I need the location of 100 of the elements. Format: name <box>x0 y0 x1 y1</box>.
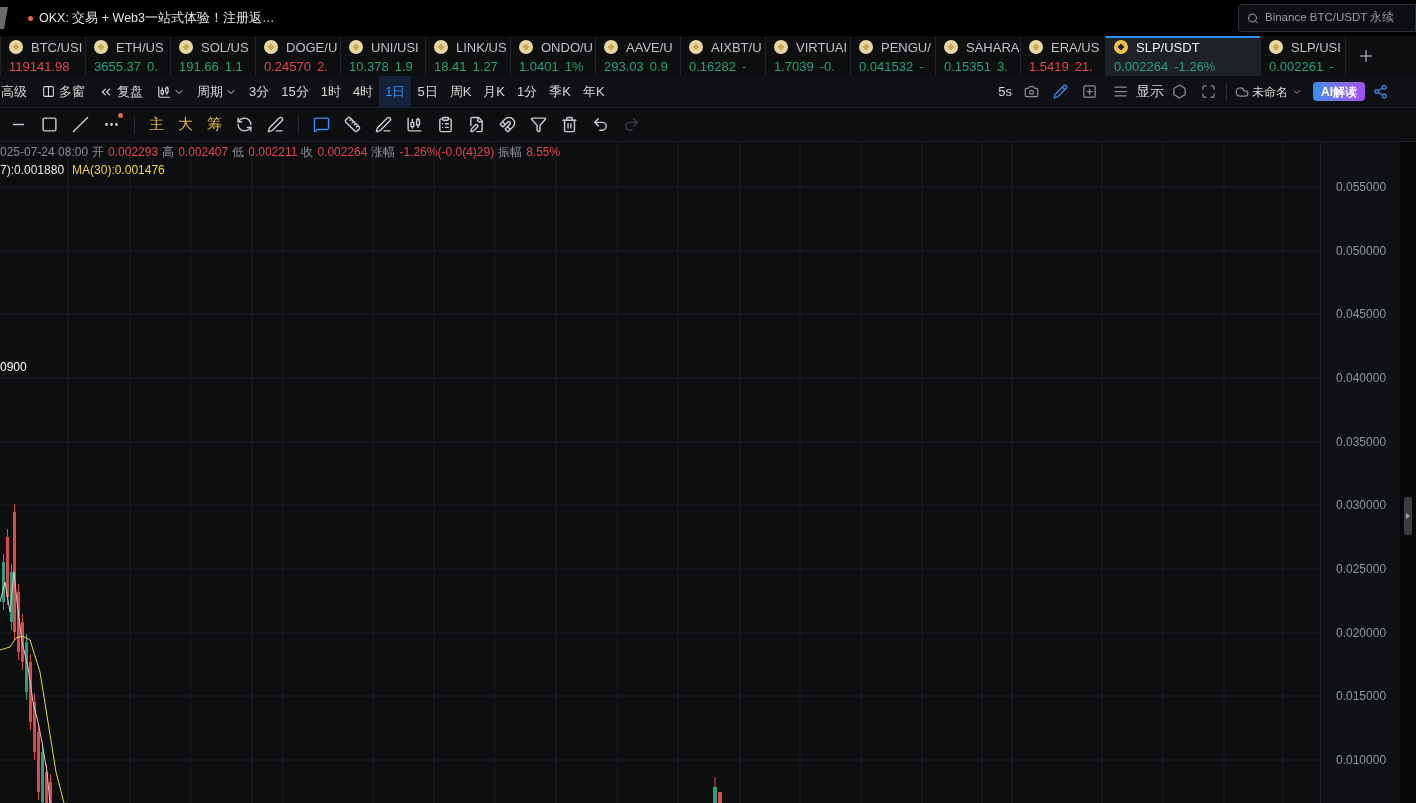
cloud-icon <box>1235 84 1249 99</box>
ticker-price: 0.24570 <box>264 58 311 76</box>
ticker-tab[interactable]: SLP/USDT 0.002264 -1.26% <box>1105 36 1260 76</box>
coin-icon <box>1029 40 1043 55</box>
ticker-change: 1% <box>564 58 584 76</box>
ticker-change: 1.27 <box>472 58 498 76</box>
ticker-change: - <box>1329 58 1334 76</box>
price-axis-label: 0.040000 <box>1336 369 1387 387</box>
coin-icon <box>434 40 448 55</box>
camera-icon[interactable] <box>1024 84 1039 99</box>
ruler-icon[interactable] <box>344 116 361 133</box>
coin-icon <box>519 40 533 55</box>
price-axis-label: 0.050000 <box>1336 242 1387 260</box>
pencil-icon[interactable] <box>1053 84 1068 99</box>
ticker-price: 293.03 <box>604 58 644 76</box>
fullscreen-icon[interactable] <box>1201 84 1216 99</box>
ohlc-value: 0.002293 <box>108 144 159 161</box>
magnet-icon[interactable] <box>499 116 516 133</box>
candles-icon[interactable] <box>406 116 423 133</box>
note-edit-icon[interactable] <box>468 116 485 133</box>
ticker-change: 2. <box>317 58 328 76</box>
ticker-symbol: DOGE/U <box>286 38 338 57</box>
ticker-price: 3655.37 <box>94 58 141 76</box>
period-tab[interactable]: 1分 <box>511 75 544 108</box>
settings-icon[interactable] <box>1172 84 1187 99</box>
coin-icon <box>774 40 788 55</box>
period-dropdown[interactable]: 周期 <box>197 81 237 102</box>
period-tab[interactable]: 1时 <box>314 75 347 108</box>
indicator-shortcut[interactable]: 大 <box>178 113 193 136</box>
ticker-symbol: ERA/US <box>1051 38 1100 57</box>
coin-icon <box>94 40 108 55</box>
multi-window-button[interactable]: 多窗 <box>42 81 85 102</box>
refresh-icon[interactable] <box>236 116 253 133</box>
period-tab[interactable]: 4时 <box>346 75 380 108</box>
indicator-shortcut[interactable]: 主 <box>149 113 164 136</box>
browser-tab[interactable]: OKX: 交易 + Web3一站式体验！注册返… <box>28 8 275 28</box>
coin-icon <box>604 40 618 55</box>
ticker-price: 0.15351 <box>944 58 991 76</box>
share-icon[interactable] <box>1373 84 1388 99</box>
ohlc-value: 0.002407 <box>178 144 229 161</box>
replay-label: 复盘 <box>117 82 143 101</box>
period-tab[interactable]: 季K <box>543 75 577 108</box>
ticker-price: 18.41 <box>434 58 467 76</box>
ticker-change: - <box>742 58 747 76</box>
logo-shape <box>0 7 8 29</box>
coin-icon <box>689 40 703 55</box>
period-tab[interactable]: 月K <box>477 75 511 108</box>
ticker-change: 0. <box>147 58 158 76</box>
coin-icon <box>1114 40 1128 55</box>
coin-icon <box>859 40 873 55</box>
replay-button[interactable]: 复盘 <box>99 81 143 102</box>
layout-dropdown[interactable]: 未命名 <box>1235 82 1303 101</box>
ticker-price: 1.0401 <box>519 58 559 76</box>
display-button[interactable]: 显示 <box>1136 81 1164 102</box>
trash-icon[interactable] <box>561 116 578 133</box>
price-axis-label: 0.055000 <box>1336 178 1387 196</box>
period-tab[interactable]: 1日 <box>379 75 412 108</box>
period-tab[interactable]: 3分 <box>243 75 276 108</box>
ticker-symbol: SLP/USI <box>1291 38 1341 57</box>
coin-icon <box>179 40 193 55</box>
rectangle-icon[interactable] <box>41 116 58 133</box>
comment-icon[interactable] <box>313 116 330 133</box>
filter-icon[interactable] <box>530 116 547 133</box>
ohlc-label: 高 <box>162 144 175 161</box>
ticker-change: 3. <box>997 58 1008 76</box>
panel-toggle-handle[interactable] <box>1404 497 1412 535</box>
undo-icon[interactable] <box>592 116 609 133</box>
search-field[interactable]: Binance BTC/USDT 永续 <box>1238 4 1416 32</box>
ticker-symbol: VIRTUAI <box>796 38 848 57</box>
refresh-interval[interactable]: 5s <box>998 81 1012 102</box>
moving-average-value: 7):0.001880 <box>0 162 65 179</box>
ticker-symbol: PENGU/ <box>881 38 931 57</box>
toolbar-button[interactable]: 高级 <box>0 81 28 102</box>
list-icon[interactable] <box>1113 84 1128 99</box>
ticker-symbol: AAVE/U <box>626 38 673 57</box>
ticker-price: 1.7039 <box>774 58 814 76</box>
ai-button[interactable]: AI解读 <box>1313 82 1365 101</box>
period-tab[interactable]: 年K <box>576 75 611 108</box>
ticker-change: 21. <box>1074 58 1093 76</box>
brush-icon[interactable] <box>267 116 284 133</box>
ticker-symbol: AIXBT/U <box>711 38 762 57</box>
add-frame-icon[interactable] <box>1082 84 1097 99</box>
period-tab[interactable]: 5日 <box>411 75 444 108</box>
coin-icon <box>264 40 278 55</box>
period-tab[interactable]: 周K <box>443 75 478 108</box>
ohlc-value: -1.26%(-0.0(4)29) <box>399 144 495 161</box>
coin-icon <box>349 40 363 55</box>
ticker-price: 119141.98 <box>9 58 70 76</box>
indicator-shortcut[interactable]: 筹 <box>207 113 222 136</box>
pen-icon[interactable] <box>375 116 392 133</box>
ohlc-label: 开 <box>92 144 105 161</box>
chart-type-dropdown[interactable] <box>157 84 185 99</box>
price-axis-label: 0.035000 <box>1336 433 1387 451</box>
price-axis-label: 0.010000 <box>1336 752 1387 770</box>
clipboard-icon[interactable] <box>437 116 454 133</box>
ticker-symbol: LINK/US <box>456 38 507 57</box>
ohlc-label: 涨幅 <box>371 144 396 161</box>
period-tab[interactable]: 15分 <box>275 75 315 108</box>
ticker-change: -1.26% <box>1174 58 1216 76</box>
ohlc-value: 0.002211 <box>248 144 298 161</box>
